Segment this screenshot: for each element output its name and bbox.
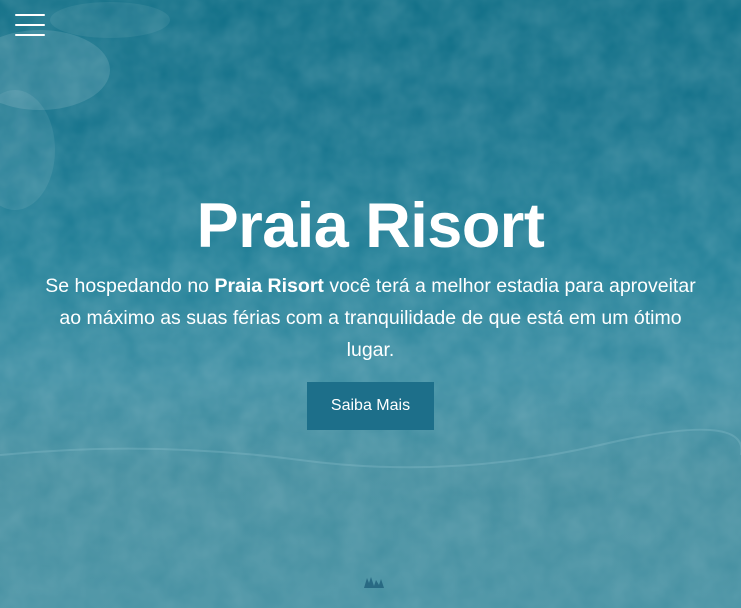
description-text-start: Se hospedando no <box>45 275 215 297</box>
hero-description: Se hospedando no Praia Risort você terá … <box>41 270 701 366</box>
menu-bar-top <box>15 14 45 16</box>
hero-title: Praia Risort <box>196 191 545 261</box>
beach-people-icon <box>364 577 384 588</box>
hamburger-menu-icon[interactable] <box>15 14 45 38</box>
menu-bar-bottom <box>15 34 45 36</box>
hero-content: Praia Risort Se hospedando no Praia Riso… <box>0 188 741 430</box>
saiba-mais-button[interactable]: Saiba Mais <box>307 382 434 430</box>
description-highlight: Praia Risort <box>214 275 324 297</box>
hero-section: Praia Risort Se hospedando no Praia Riso… <box>0 0 741 608</box>
menu-bar-middle <box>15 24 45 26</box>
